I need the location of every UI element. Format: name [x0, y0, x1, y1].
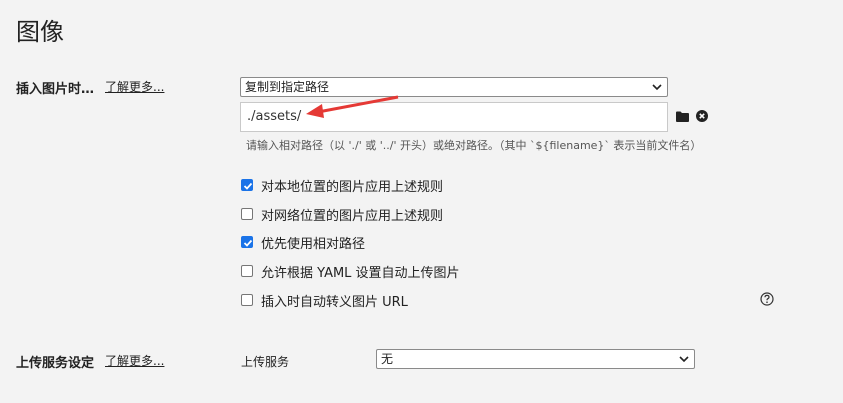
path-hint-text: 请输入相对路径（以 './' 或 '../' 开头）或绝对路径。（其中 `${f… — [246, 139, 702, 152]
insert-image-section-label: 插入图片时… — [16, 82, 95, 97]
checkbox-checked[interactable] — [241, 236, 253, 248]
option-label: 允许根据 YAML 设置自动上传图片 — [261, 265, 460, 281]
option-label: 插入时自动转义图片 URL — [261, 294, 408, 310]
chevron-down-icon — [652, 84, 662, 91]
upload-section-label: 上传服务设定 — [16, 356, 95, 371]
option-escape-image-url[interactable]: 插入时自动转义图片 URL — [241, 292, 408, 310]
checkbox-unchecked[interactable] — [241, 294, 253, 306]
insert-learn-more-link[interactable]: 了解更多... — [105, 78, 164, 95]
page-title: 图像 — [16, 18, 64, 46]
insert-action-selected-value: 复制到指定路径 — [245, 80, 330, 94]
folder-icon[interactable] — [676, 111, 689, 122]
question-circle-icon[interactable] — [760, 292, 774, 306]
upload-service-selected-value: 无 — [381, 352, 394, 366]
option-label: 对网络位置的图片应用上述规则 — [261, 208, 444, 224]
upload-learn-more-link[interactable]: 了解更多... — [105, 352, 164, 369]
option-local-images[interactable]: 对本地位置的图片应用上述规则 — [241, 177, 444, 195]
image-preferences-page: 图像 插入图片时… 了解更多... 复制到指定路径 ./assets/ 请输入相… — [0, 0, 843, 403]
annotation-arrow — [306, 95, 399, 118]
upload-service-label: 上传服务 — [241, 355, 290, 369]
upload-service-select[interactable]: 无 — [376, 349, 695, 369]
option-label: 对本地位置的图片应用上述规则 — [261, 179, 444, 195]
option-network-images[interactable]: 对网络位置的图片应用上述规则 — [241, 206, 444, 224]
checkbox-checked[interactable] — [241, 179, 253, 191]
option-prefer-relative-path[interactable]: 优先使用相对路径 — [241, 234, 366, 252]
checkbox-unchecked[interactable] — [241, 208, 253, 220]
close-circle-icon[interactable] — [696, 110, 708, 122]
chevron-down-icon — [679, 356, 689, 363]
option-yaml-auto-upload[interactable]: 允许根据 YAML 设置自动上传图片 — [241, 263, 460, 281]
image-path-value: ./assets/ — [247, 109, 302, 124]
checkbox-unchecked[interactable] — [241, 265, 253, 277]
option-label: 优先使用相对路径 — [261, 236, 366, 252]
